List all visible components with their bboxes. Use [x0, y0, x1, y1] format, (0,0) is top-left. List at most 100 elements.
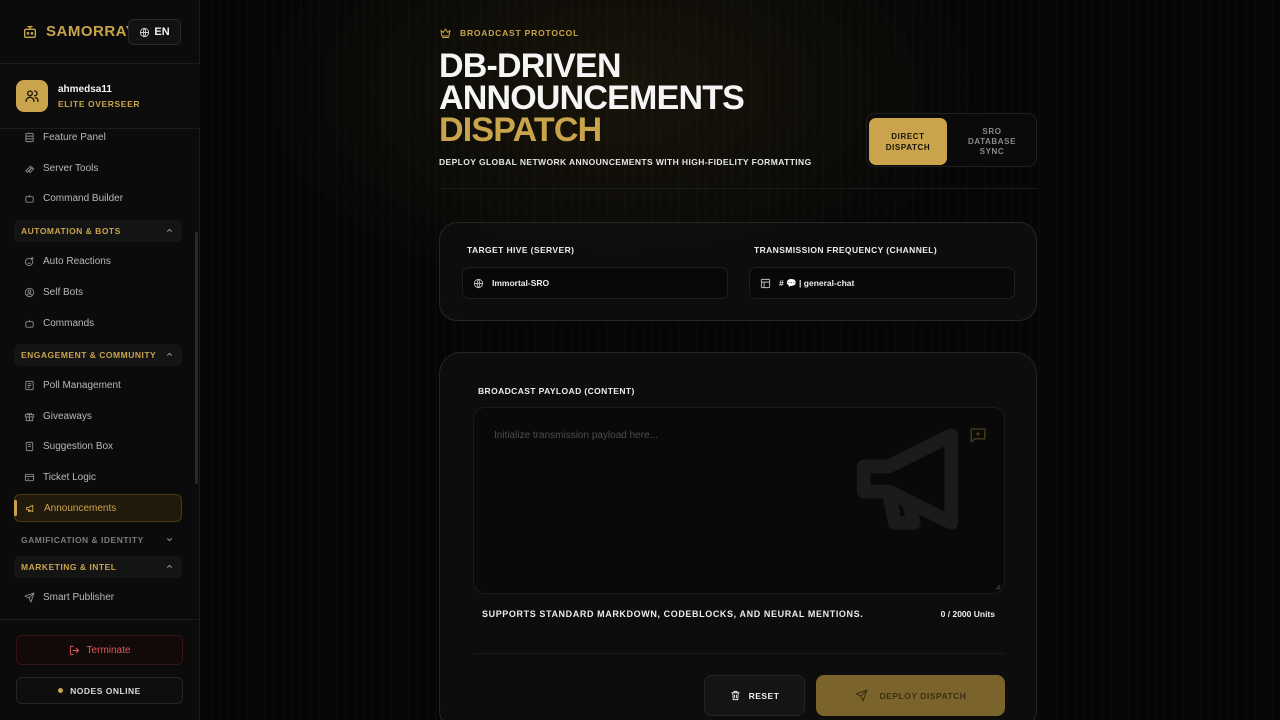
panel-icon: [24, 132, 35, 143]
sidebar-item-label: Feature Panel: [43, 131, 106, 143]
sidebar-item-label: Ticket Logic: [43, 471, 96, 483]
send-icon: [855, 689, 868, 702]
sidebar-item-suggestion-box[interactable]: Suggestion Box: [14, 432, 182, 460]
sidebar-item-label: Announcements: [44, 502, 117, 514]
deploy-dispatch-button[interactable]: DEPLOY DISPATCH: [816, 675, 1005, 716]
sidebar-item-label: Poll Management: [43, 379, 121, 391]
brand-name: SAMORRAY: [46, 23, 137, 40]
avatar: [16, 80, 48, 112]
globe-icon: [473, 278, 484, 289]
payload-card: BROADCAST PAYLOAD (CONTENT) SUPPORTS STA…: [439, 352, 1037, 720]
nav-group-marketing[interactable]: MARKETING & INTEL: [14, 556, 182, 578]
users-icon: [24, 88, 40, 104]
language-label: EN: [154, 26, 170, 38]
nodes-status: NODES ONLINE: [16, 677, 183, 704]
eyebrow: BROADCAST PROTOCOL: [439, 27, 579, 39]
nav-group-label: GAMIFICATION & IDENTITY: [21, 535, 144, 545]
active-indicator: [14, 500, 17, 516]
bot-icon: [22, 24, 38, 40]
mode-b-line2: DATABASE: [967, 136, 1017, 146]
user-role: ELITE OVERSEER: [58, 99, 141, 109]
sidebar-item-label: Suggestion Box: [43, 440, 114, 452]
sidebar-item-server-tools[interactable]: Server Tools: [14, 154, 182, 182]
message-plus-icon[interactable]: [968, 426, 988, 444]
mode-a-line1: DIRECT: [891, 131, 925, 141]
title-line-1: DB-DRIVEN: [439, 47, 622, 85]
sidebar-footer: Terminate NODES ONLINE: [0, 619, 200, 720]
chevron-up-icon: [165, 562, 174, 571]
megaphone-icon: [25, 503, 36, 514]
payload-input[interactable]: [474, 408, 1004, 593]
poll-icon: [24, 380, 35, 391]
sidebar-item-label: Server Tools: [43, 162, 99, 174]
mode-b-line1: SRO: [982, 126, 1002, 136]
reset-label: RESET: [748, 690, 780, 701]
nav-group-gamification[interactable]: GAMIFICATION & IDENTITY: [14, 529, 182, 551]
terminate-label: Terminate: [86, 644, 131, 656]
page-subtitle: DEPLOY GLOBAL NETWORK ANNOUNCEMENTS WITH…: [439, 157, 812, 167]
sidebar-item-label: Command Builder: [43, 192, 124, 204]
main-content: BROADCAST PROTOCOL DB-DRIVEN ANNOUNCEMEN…: [201, 0, 1280, 720]
server-label: TARGET HIVE (SERVER): [467, 245, 575, 255]
sidebar-item-command-builder[interactable]: Command Builder: [14, 184, 182, 212]
sidebar: SAMORRAY EN ahmedsa11 ELITE OVERSEER Fea…: [0, 0, 200, 720]
channel-label: TRANSMISSION FREQUENCY (CHANNEL): [754, 245, 938, 255]
sidebar-item-announcements[interactable]: Announcements: [14, 494, 182, 522]
wrench-icon: [24, 163, 35, 174]
sidebar-item-self-bots[interactable]: Self Bots: [14, 278, 182, 306]
send-icon: [24, 591, 35, 603]
user-name: ahmedsa11: [58, 84, 112, 95]
ticket-icon: [24, 472, 35, 483]
nav-group-label: MARKETING & INTEL: [21, 562, 117, 572]
mode-a-line2: DISPATCH: [885, 142, 931, 152]
user-card[interactable]: ahmedsa11 ELITE OVERSEER: [0, 64, 200, 129]
nav-group-automation[interactable]: AUTOMATION & BOTS: [14, 220, 182, 242]
chevron-up-icon: [165, 226, 174, 235]
server-value: Immortal-SRO: [492, 278, 550, 288]
trash-icon: [730, 690, 741, 701]
sidebar-item-feature-panel[interactable]: Feature Panel: [14, 129, 182, 151]
sidebar-item-label: Auto Reactions: [43, 255, 111, 267]
channel-select[interactable]: # 💬 | general-chat: [749, 267, 1015, 299]
sidebar-item-smart-publisher[interactable]: Smart Publisher: [14, 583, 182, 611]
header-divider: [439, 188, 1037, 189]
reset-button[interactable]: RESET: [704, 675, 805, 716]
chevron-down-icon: [165, 535, 174, 544]
nav-group-label: ENGAGEMENT & COMMUNITY: [21, 350, 157, 360]
sidebar-item-label: Self Bots: [43, 286, 84, 298]
bot-icon: [24, 193, 35, 204]
channel-value: # 💬 | general-chat: [779, 277, 855, 288]
reaction-icon: [24, 256, 35, 267]
nav-group-engagement[interactable]: ENGAGEMENT & COMMUNITY: [14, 344, 182, 366]
nodes-label: NODES ONLINE: [70, 685, 141, 696]
chevron-up-icon: [165, 350, 174, 359]
language-button[interactable]: EN: [128, 19, 181, 45]
bot-icon: [24, 318, 35, 329]
payload-label: BROADCAST PAYLOAD (CONTENT): [478, 386, 635, 396]
page-title: DB-DRIVEN ANNOUNCEMENTS DISPATCH: [439, 47, 745, 149]
resize-grip-icon[interactable]: [994, 583, 1001, 590]
mode-direct-dispatch[interactable]: DIRECT DISPATCH: [869, 118, 947, 165]
nav-group-label: AUTOMATION & BOTS: [21, 226, 121, 236]
title-accent: DISPATCH: [439, 111, 602, 149]
mode-switch: DIRECT DISPATCH SRO DATABASE SYNC: [866, 113, 1037, 167]
logout-icon: [69, 645, 80, 656]
status-dot: [58, 688, 64, 693]
sidebar-item-giveaways[interactable]: Giveaways: [14, 402, 182, 430]
mode-b-line3: SYNC: [979, 146, 1005, 156]
markdown-hint: SUPPORTS STANDARD MARKDOWN, CODEBLOCKS, …: [482, 609, 864, 619]
server-select[interactable]: Immortal-SRO: [462, 267, 728, 299]
deploy-label: DEPLOY DISPATCH: [879, 690, 967, 701]
crown-icon: [439, 27, 452, 39]
sidebar-item-ticket-logic[interactable]: Ticket Logic: [14, 463, 182, 491]
sidebar-item-commands[interactable]: Commands: [14, 309, 182, 337]
self-bot-icon: [24, 287, 35, 298]
character-counter: 0 / 2000 Units: [940, 609, 995, 619]
sidebar-item-label: Smart Publisher: [43, 591, 115, 603]
mode-sro-database-sync[interactable]: SRO DATABASE SYNC: [951, 118, 1033, 165]
sidebar-scrollbar[interactable]: [195, 232, 198, 484]
sidebar-item-poll-management[interactable]: Poll Management: [14, 371, 182, 399]
sidebar-item-auto-reactions[interactable]: Auto Reactions: [14, 247, 182, 275]
terminate-button[interactable]: Terminate: [16, 635, 183, 665]
sidebar-item-label: Giveaways: [43, 410, 92, 422]
